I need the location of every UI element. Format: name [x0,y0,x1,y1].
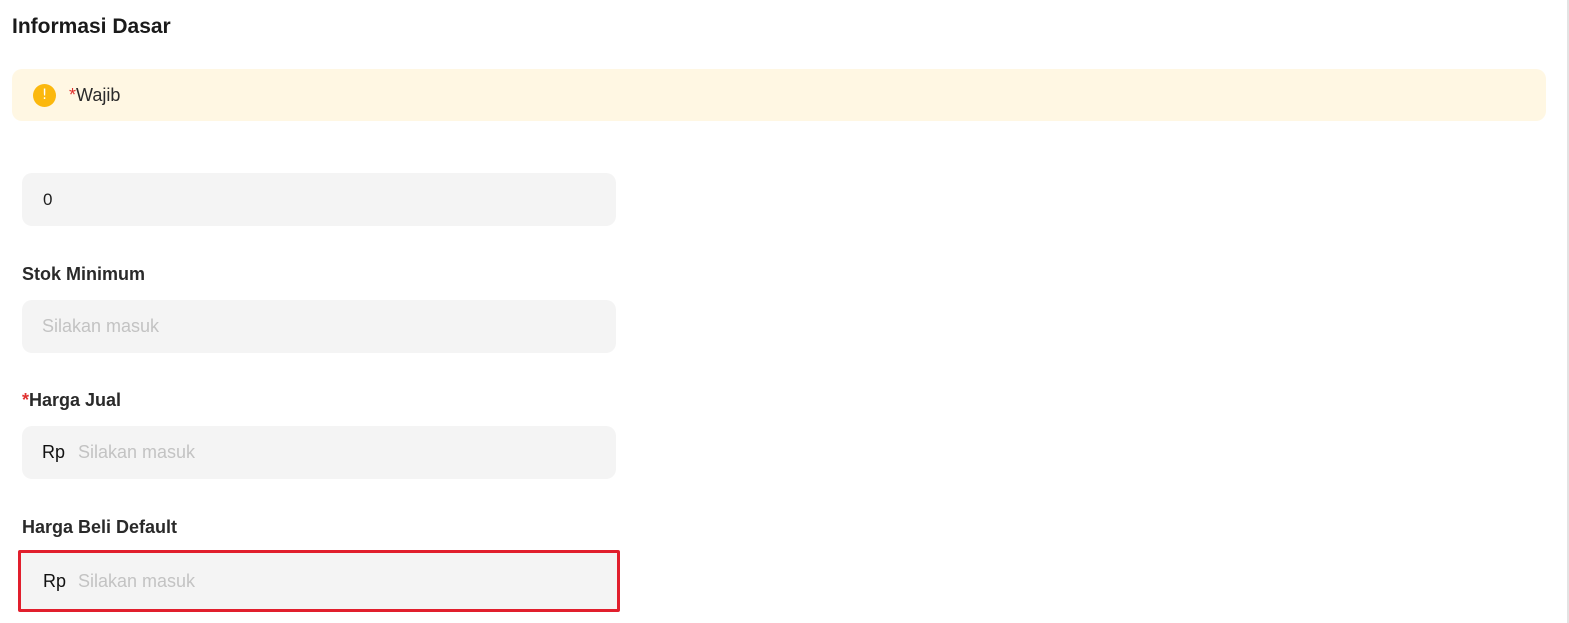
sell-price-label-text: Harga Jual [29,390,122,410]
min-stock-placeholder: Silakan masuk [42,316,160,336]
default-buy-price-placeholder: Silakan masuk [78,571,196,591]
section-title: Informasi Dasar [12,15,171,38]
sell-price-label: *Harga Jual [22,390,121,411]
required-asterisk: * [22,390,30,410]
min-stock-input[interactable]: Silakan masuk [22,300,616,353]
stock-input[interactable]: 0 [22,173,616,226]
min-stock-label: Stok Minimum [22,264,146,284]
required-notice: ! *Wajib [12,69,1546,121]
default-buy-price-input[interactable]: Rp Silakan masuk [18,550,620,612]
required-asterisk: * [69,85,77,105]
currency-prefix: Rp [42,442,66,462]
currency-prefix: Rp [43,571,67,591]
stock-value: 0 [43,190,53,209]
sell-price-input[interactable]: Rp Silakan masuk [22,426,616,479]
default-buy-price-label: Harga Beli Default [22,517,178,537]
sell-price-placeholder: Silakan masuk [78,442,196,462]
info-icon: ! [33,84,56,107]
notice-label: Wajib [76,85,121,105]
notice-text: *Wajib [69,84,120,107]
